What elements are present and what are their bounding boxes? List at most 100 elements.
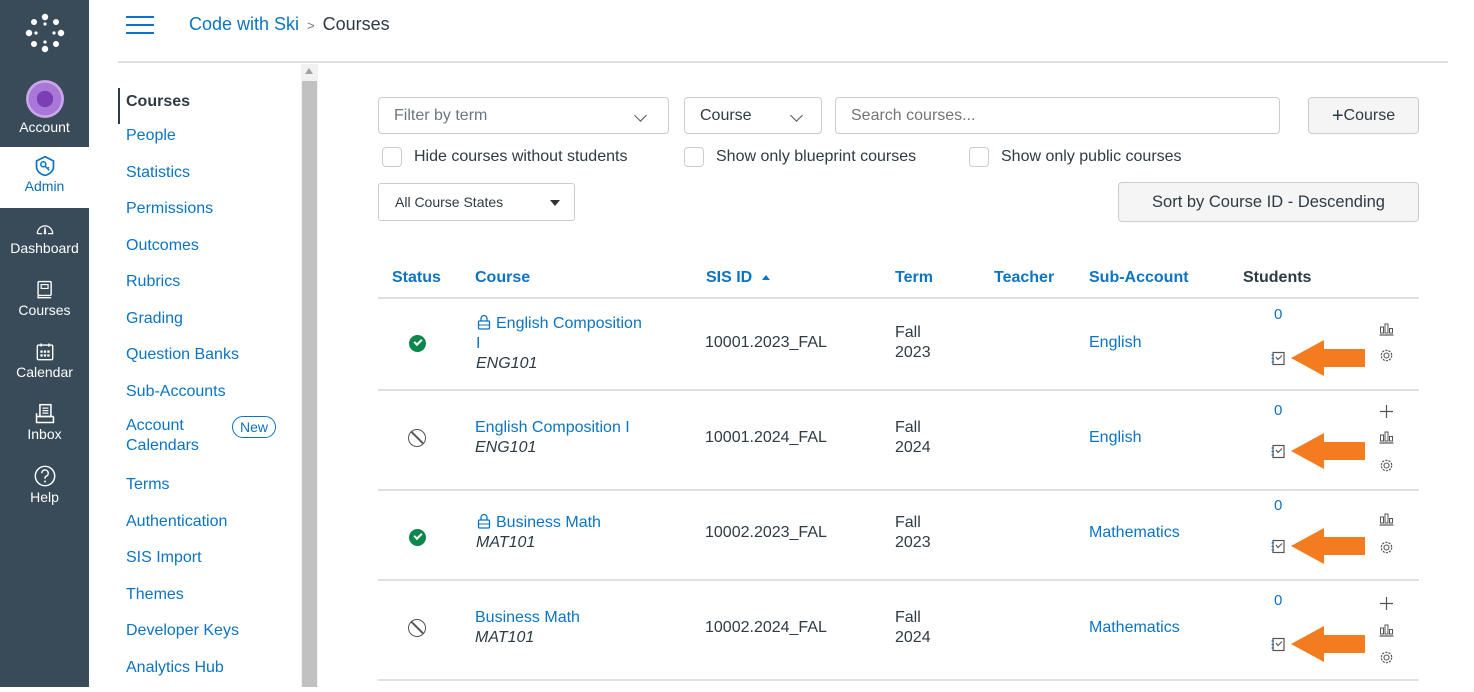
student-count[interactable]: 0: [1274, 496, 1282, 516]
search-courses-input[interactable]: [835, 97, 1280, 134]
global-nav-inbox[interactable]: Inbox: [0, 403, 89, 442]
student-count[interactable]: 0: [1274, 305, 1282, 325]
term-year: 2023: [895, 534, 931, 551]
course-link[interactable]: English Composition I: [475, 419, 630, 436]
global-nav-label: Dashboard: [0, 240, 89, 256]
account-nav-courses[interactable]: Courses: [118, 88, 308, 124]
account-nav-account-calendars[interactable]: Account Calendars New: [118, 416, 308, 473]
account-nav-developer-keys[interactable]: Developer Keys: [118, 619, 308, 656]
account-nav-people[interactable]: People: [118, 124, 308, 161]
statistics-icon[interactable]: [1379, 513, 1394, 526]
account-nav-grading[interactable]: Grading: [118, 307, 308, 344]
account-nav-outcomes[interactable]: Outcomes: [118, 234, 308, 271]
gradebook-icon[interactable]: [1270, 637, 1286, 652]
column-header-course[interactable]: Course: [475, 269, 530, 287]
settings-gear-icon[interactable]: [1378, 539, 1395, 556]
global-nav-label: Help: [0, 489, 89, 505]
term-filter-select[interactable]: Filter by term: [378, 97, 669, 134]
student-count[interactable]: 0: [1274, 591, 1282, 611]
account-nav-sis-import[interactable]: SIS Import: [118, 546, 308, 583]
sub-account-link[interactable]: English: [1089, 428, 1141, 448]
course-name: Business Math: [496, 514, 601, 531]
global-nav-label: Courses: [0, 302, 89, 318]
sis-id-cell: 10001.2024_FAL: [705, 428, 827, 448]
statistics-icon[interactable]: [1379, 431, 1394, 444]
sort-button[interactable]: Sort by Course ID - Descending: [1118, 182, 1419, 222]
global-nav-help[interactable]: Help: [0, 464, 89, 505]
gradebook-icon[interactable]: [1270, 539, 1286, 554]
scrollbar-thumb[interactable]: [302, 81, 317, 687]
unpublished-status-icon[interactable]: [408, 619, 426, 637]
statistics-icon[interactable]: [1379, 323, 1394, 336]
column-header-teacher[interactable]: Teacher: [994, 269, 1054, 287]
menu-toggle-icon[interactable]: [126, 16, 154, 38]
statistics-icon[interactable]: [1379, 624, 1394, 637]
caret-down-icon: [550, 200, 560, 206]
settings-gear-icon[interactable]: [1378, 347, 1395, 364]
course-link[interactable]: English CompositionI: [476, 315, 642, 352]
checkbox-box[interactable]: [382, 147, 402, 167]
settings-gear-icon[interactable]: [1378, 457, 1395, 474]
account-nav-question-banks[interactable]: Question Banks: [118, 343, 308, 380]
gradebook-icon[interactable]: [1270, 444, 1286, 459]
speedometer-icon: [34, 219, 56, 239]
global-nav-courses[interactable]: Courses: [0, 279, 89, 318]
published-status-icon[interactable]: [409, 529, 426, 546]
unpublished-status-icon[interactable]: [408, 429, 426, 447]
sub-account-link[interactable]: Mathematics: [1089, 523, 1180, 543]
checkbox-box[interactable]: [969, 147, 989, 167]
term-name: Fall: [895, 609, 921, 626]
lock-icon: [476, 314, 492, 330]
account-nav-permissions[interactable]: Permissions: [118, 197, 308, 234]
table-divider: [378, 297, 1419, 299]
column-header-sis-id[interactable]: SIS ID: [706, 269, 770, 287]
breadcrumb-account-link[interactable]: Code with Ski: [189, 14, 299, 34]
term-cell: Fall 2024: [895, 608, 931, 648]
show-only-public-checkbox[interactable]: Show only public courses: [969, 147, 1182, 167]
canvas-logo-icon[interactable]: [22, 10, 68, 56]
breadcrumb-separator: >: [307, 18, 315, 33]
course-link[interactable]: Business Math: [475, 609, 580, 626]
sub-account-link[interactable]: English: [1089, 333, 1141, 353]
scroll-up-arrow-icon[interactable]: [305, 68, 313, 74]
course-link[interactable]: Business Math: [476, 514, 601, 531]
add-course-button[interactable]: +Course: [1308, 97, 1419, 134]
checkbox-label: Hide courses without students: [414, 148, 627, 165]
account-nav-themes[interactable]: Themes: [118, 583, 308, 620]
column-header-term[interactable]: Term: [895, 269, 933, 287]
settings-gear-icon[interactable]: [1378, 649, 1395, 666]
course-name: English Composition: [496, 315, 642, 332]
add-user-icon[interactable]: [1379, 596, 1394, 611]
student-count[interactable]: 0: [1274, 401, 1282, 421]
hide-courses-without-students-checkbox[interactable]: Hide courses without students: [382, 147, 627, 167]
checkbox-box[interactable]: [684, 147, 704, 167]
account-nav-label: Calendars: [126, 437, 199, 454]
global-nav-admin[interactable]: Admin: [0, 147, 89, 208]
account-nav-sub-accounts[interactable]: Sub-Accounts: [118, 380, 308, 417]
nav-scrollbar[interactable]: [301, 64, 318, 687]
account-nav-terms[interactable]: Terms: [118, 473, 308, 510]
course-states-select[interactable]: All Course States: [378, 183, 575, 221]
account-nav-statistics[interactable]: Statistics: [118, 161, 308, 198]
shield-key-icon: [34, 155, 56, 177]
column-header-status[interactable]: Status: [392, 269, 441, 287]
annotation-arrow: [1291, 433, 1367, 469]
calendar-icon: [35, 341, 55, 363]
global-nav-account[interactable]: Account: [0, 80, 89, 135]
plus-icon: +: [1332, 105, 1344, 127]
sub-account-link[interactable]: Mathematics: [1089, 618, 1180, 638]
global-nav-dashboard[interactable]: Dashboard: [0, 219, 89, 256]
global-nav-calendar[interactable]: Calendar: [0, 341, 89, 380]
column-header-students: Students: [1243, 269, 1311, 287]
account-nav-authentication[interactable]: Authentication: [118, 510, 308, 547]
published-status-icon[interactable]: [409, 335, 426, 352]
search-by-select[interactable]: Course: [684, 97, 822, 134]
gradebook-icon[interactable]: [1270, 351, 1286, 366]
add-user-icon[interactable]: [1379, 404, 1394, 419]
account-nav-rubrics[interactable]: Rubrics: [118, 270, 308, 307]
annotation-arrow: [1291, 626, 1367, 662]
show-only-blueprint-checkbox[interactable]: Show only blueprint courses: [684, 147, 916, 167]
term-year: 2024: [895, 629, 931, 646]
sis-id-cell: 10002.2023_FAL: [705, 523, 827, 543]
column-header-sub-account[interactable]: Sub-Account: [1089, 269, 1189, 287]
